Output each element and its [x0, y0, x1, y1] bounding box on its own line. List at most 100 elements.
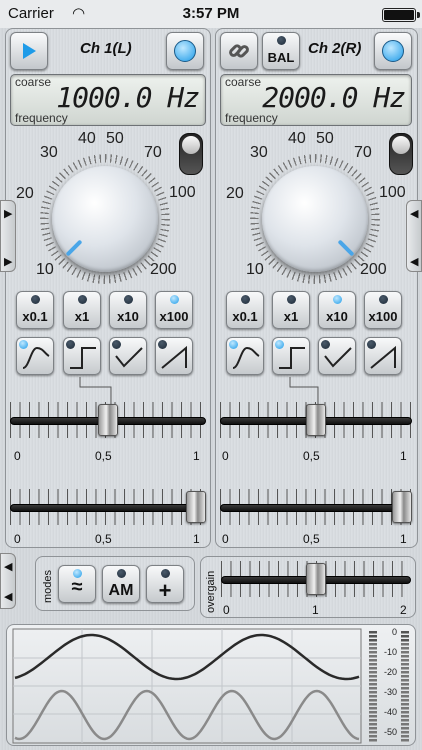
led-icon [78, 295, 87, 304]
square-wave-icon [279, 347, 305, 369]
mode-am-button[interactable]: AM [102, 565, 140, 603]
meter-segment [401, 723, 409, 726]
meter-segment [401, 739, 409, 742]
meter-segment [369, 687, 377, 690]
multiplier-x1-button[interactable]: x1 [272, 291, 310, 329]
channel-left-panel: Ch 1(L) coarse 1000.0 Hz frequency 10 20… [5, 28, 211, 548]
channel-left-title: Ch 1(L) [80, 40, 132, 57]
play-button[interactable] [10, 32, 48, 70]
slider-label: 0 [223, 603, 230, 617]
multiplier-x1-button[interactable]: x1 [63, 291, 101, 329]
triangle-left-icon: ◀ [4, 591, 13, 603]
meter-segment [401, 683, 409, 686]
meter-segment [401, 731, 409, 734]
waveform-channel-1 [14, 633, 360, 681]
multiplier-x10-button[interactable]: x10 [318, 291, 356, 329]
sawtooth-wave-icon [370, 345, 396, 369]
multiplier-x100-button[interactable]: x100 [155, 291, 193, 329]
slider-label: 1 [400, 449, 407, 463]
meter-segment [369, 659, 377, 662]
multiplier-label: x100 [159, 309, 189, 324]
slider-track [220, 504, 412, 512]
mode-add-label: + [158, 578, 172, 603]
waveform-triangle-button[interactable] [318, 337, 356, 375]
balance-button[interactable]: BAL [262, 32, 300, 70]
mode-add-button[interactable]: + [146, 565, 184, 603]
meter-segment [401, 635, 409, 638]
slider-thumb[interactable] [306, 404, 326, 436]
slider-label: 0 [222, 449, 229, 463]
multiplier-label: x10 [117, 309, 139, 324]
frequency-value: 1000.0 Hz [56, 81, 200, 114]
waveform-triangle-button[interactable] [109, 337, 147, 375]
link-button[interactable] [220, 32, 258, 70]
page-arrow-right[interactable]: ◀ ◀ [406, 200, 422, 272]
scale-label: 70 [354, 144, 372, 161]
scale-label: 200 [360, 261, 387, 278]
overgain-slider[interactable] [221, 561, 411, 599]
led-on-icon [382, 40, 404, 62]
channel-left-power-button[interactable] [166, 32, 204, 70]
meter-segment [369, 667, 377, 670]
waveform-sine-button[interactable] [16, 337, 54, 375]
scale-label: 100 [379, 184, 406, 201]
fine-coarse-toggle-right[interactable] [389, 133, 413, 175]
sawtooth-wave-icon [161, 345, 187, 369]
waveform-square-button[interactable] [272, 337, 310, 375]
meter-segment [401, 711, 409, 714]
mode-am-label: AM [108, 582, 134, 599]
sine-wave-icon [232, 346, 260, 369]
level-slider-left-2[interactable] [10, 489, 206, 527]
level-slider-left-1[interactable] [10, 402, 206, 440]
status-bar: Carrier ◠ 3:57 PM [0, 0, 422, 28]
led-on-icon [333, 295, 342, 304]
meter-segment [369, 679, 377, 682]
meter-segment [369, 671, 377, 674]
slider-thumb[interactable] [186, 491, 206, 523]
slider-label: 1 [193, 449, 200, 463]
slider-label: 0 [14, 449, 21, 463]
scale-label: 40 [288, 130, 306, 147]
play-icon [23, 43, 36, 59]
led-icon [241, 295, 250, 304]
waveform-sawtooth-button[interactable] [364, 337, 402, 375]
meter-segment [401, 659, 409, 662]
waveform-square-button[interactable] [63, 337, 101, 375]
level-slider-right-2[interactable] [220, 489, 412, 527]
led-on-icon [174, 40, 196, 62]
meter-label: -50 [383, 727, 397, 737]
multiplier-x100-button[interactable]: x100 [364, 291, 402, 329]
multiplier-x10-button[interactable]: x10 [109, 291, 147, 329]
meter-segment [401, 687, 409, 690]
multiplier-x0-1-button[interactable]: x0.1 [226, 291, 264, 329]
level-slider-right-1[interactable] [220, 402, 412, 440]
link-icon [229, 44, 249, 58]
slider-thumb[interactable] [98, 404, 118, 436]
fine-coarse-toggle-left[interactable] [179, 133, 203, 175]
slider-thumb[interactable] [392, 491, 412, 523]
multiplier-label: x1 [283, 309, 299, 324]
waveform-channel-2 [14, 689, 360, 741]
multiplier-label: x100 [368, 309, 398, 324]
led-icon [31, 295, 40, 304]
led-icon [277, 36, 286, 45]
slider-thumb[interactable] [306, 563, 326, 595]
triangle-right-icon: ▶ [4, 256, 13, 268]
multiplier-x0-1-button[interactable]: x0.1 [16, 291, 54, 329]
meter-label: 0 [391, 627, 397, 637]
page-arrow-bottom-left[interactable]: ◀ ◀ [0, 553, 16, 609]
meter-segment [369, 719, 377, 722]
waveform-sawtooth-button[interactable] [155, 337, 193, 375]
slider-label: 0,5 [303, 449, 320, 463]
meter-segment [401, 727, 409, 730]
channel-right-power-button[interactable] [374, 32, 412, 70]
meter-label: -10 [383, 647, 397, 657]
slider-label: 0,5 [95, 532, 112, 546]
meter-segment [369, 643, 377, 646]
mode-mix-button[interactable]: ≈ [58, 565, 96, 603]
frequency-display-right[interactable]: coarse 2000.0 Hz frequency [220, 74, 412, 126]
display-mode-label: coarse [225, 75, 262, 89]
waveform-sine-button[interactable] [226, 337, 264, 375]
page-arrow-left[interactable]: ▶ ▶ [0, 200, 16, 272]
frequency-display-left[interactable]: coarse 1000.0 Hz frequency [10, 74, 206, 126]
